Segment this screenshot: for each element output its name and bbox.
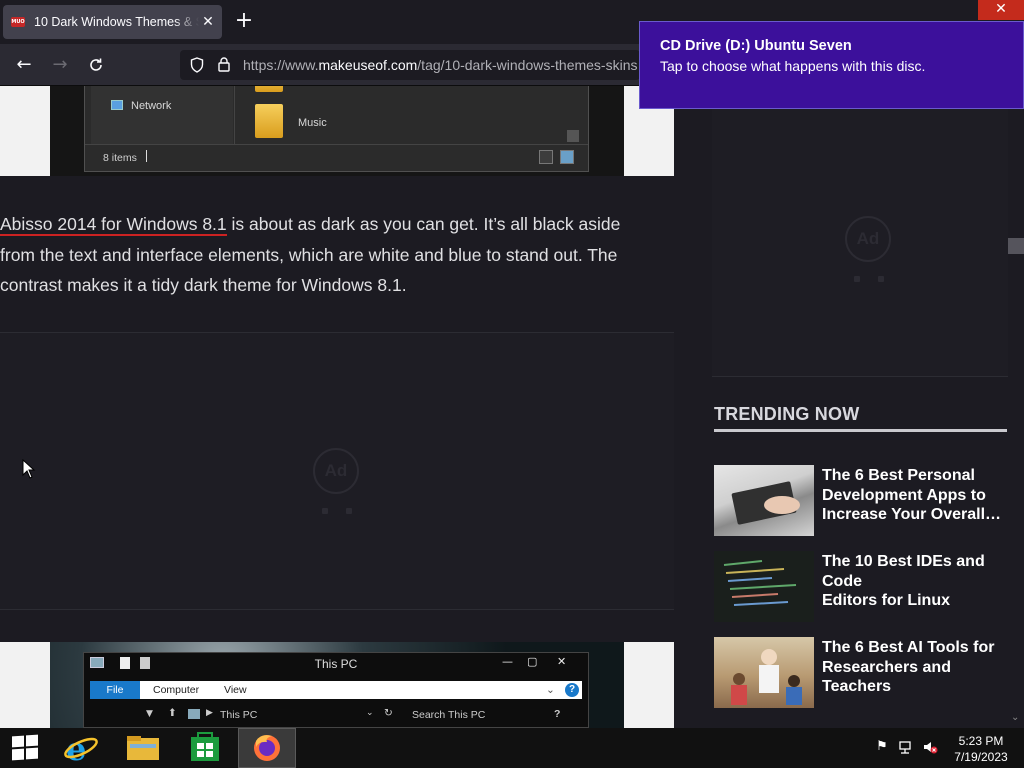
dark-theme-screenshot: Network Music 8 items xyxy=(50,86,624,176)
breadcrumb-arrow-icon: ▶ xyxy=(206,708,213,718)
clock-date: 7/19/2023 xyxy=(954,750,1008,764)
site-favicon: MUO xyxy=(11,17,25,27)
nav-pane: Network xyxy=(91,86,233,144)
trending-heading: TRENDING NOW xyxy=(714,404,860,424)
loading-dot xyxy=(854,276,860,282)
sidebar-ad-logo: Ad xyxy=(845,216,891,262)
thumbnail-view-icon xyxy=(560,150,574,164)
file-explorer-icon[interactable] xyxy=(114,728,172,768)
window-close-button[interactable]: ✕ xyxy=(978,0,1024,20)
firefox-icon[interactable] xyxy=(238,728,296,768)
scroll-down-icon xyxy=(567,130,579,142)
dropdown-arrow-icon: ▼ xyxy=(146,709,153,719)
address-row: ▼ ⬆ ▶ This PC ⌄ ↻ Search This PC ? xyxy=(84,707,588,727)
notification-message: Tap to choose what happens with this dis… xyxy=(660,58,926,74)
this-pc-screenshot: This PC — ▢ ✕ File Computer View ⌄ ? ▼ ⬆… xyxy=(50,642,624,728)
explorer-window: Network Music 8 items xyxy=(84,86,589,172)
action-center-flag-icon[interactable]: ⚑ xyxy=(874,739,890,755)
pane-divider xyxy=(234,86,235,144)
system-clock[interactable]: 5:23 PM 7/19/2023 xyxy=(946,733,1016,765)
computer-small-icon xyxy=(188,709,200,719)
folder-icon xyxy=(255,86,283,92)
start-button[interactable] xyxy=(12,734,38,761)
start-logo-pane xyxy=(26,734,38,747)
trending-thumbnail[interactable] xyxy=(714,637,814,708)
article-paragraph: Abisso 2014 for Windows 8.1 is about as … xyxy=(0,214,621,295)
search-box: Search This PC xyxy=(412,709,486,721)
new-tab-icon[interactable]: + xyxy=(234,10,254,34)
minimize-icon: — xyxy=(502,655,513,668)
loading-dot xyxy=(878,276,884,282)
address-dropdown-icon: ⌄ xyxy=(366,708,374,718)
shield-icon[interactable] xyxy=(188,56,206,74)
tab-title: 10 Dark Windows Themes & Skins xyxy=(34,15,199,29)
article-image-frame: Network Music 8 items xyxy=(0,86,674,176)
article-image-frame-2: This PC — ▢ ✕ File Computer View ⌄ ? ▼ ⬆… xyxy=(0,642,674,728)
maximize-icon: ▢ xyxy=(527,655,538,668)
clock-time: 5:23 PM xyxy=(958,734,1004,748)
volume-muted-icon[interactable] xyxy=(922,739,938,755)
theme-link[interactable]: Abisso 2014 for Windows 8.1 xyxy=(0,214,227,236)
start-logo-pane xyxy=(12,735,24,748)
network-status-icon[interactable] xyxy=(898,739,914,755)
screen: MUO 10 Dark Windows Themes & Skins ✕ + ✕… xyxy=(0,0,1024,768)
url-bar[interactable]: https://www.makeuseof.com/tag/10-dark-wi… xyxy=(180,50,640,80)
browser-tab[interactable]: MUO 10 Dark Windows Themes & Skins ✕ xyxy=(3,5,222,39)
notification-title: CD Drive (D:) Ubuntu Seven xyxy=(660,38,852,54)
url-text[interactable]: https://www.makeuseof.com/tag/10-dark-wi… xyxy=(243,57,638,73)
loading-dot xyxy=(346,508,352,514)
reload-icon[interactable] xyxy=(85,54,107,76)
trending-item[interactable]: The 6 Best AI Tools for Researchers and … xyxy=(714,637,1010,709)
trending-title[interactable]: The 6 Best AI Tools for Researchers and … xyxy=(822,638,1010,697)
article-body: Network Music 8 items Abisso 2014 for Wi… xyxy=(0,86,674,728)
ribbon-computer-tab: Computer xyxy=(153,684,200,696)
back-arrow-icon[interactable]: ← xyxy=(13,54,35,76)
folder-label: Music xyxy=(298,117,327,129)
store-icon[interactable] xyxy=(176,728,234,768)
refresh-icon: ↻ xyxy=(384,707,393,719)
text-caret xyxy=(146,150,147,162)
sidebar: Ad TRENDING NOW The 6 Best Personal Deve… xyxy=(712,86,1008,728)
trending-title[interactable]: The 6 Best Personal Development Apps to … xyxy=(822,466,1010,525)
trending-item[interactable]: The 6 Best Personal Development Apps to … xyxy=(714,465,1010,537)
music-folder-icon xyxy=(255,104,283,138)
up-arrow-icon: ⬆ xyxy=(168,707,177,719)
scrollbar-thumb[interactable] xyxy=(1008,238,1024,254)
trending-thumbnail[interactable] xyxy=(714,551,814,622)
ad-placeholder: Ad xyxy=(0,332,674,610)
ribbon-file-tab: File xyxy=(90,681,140,699)
address-path: This PC xyxy=(220,709,258,721)
loading-dot xyxy=(322,508,328,514)
nav-item-network: Network xyxy=(131,100,172,112)
page-scrollbar[interactable]: ⌄ xyxy=(1008,86,1024,728)
explorer-window-2: This PC — ▢ ✕ File Computer View ⌄ ? ▼ ⬆… xyxy=(83,652,589,728)
forward-arrow-icon[interactable]: → xyxy=(49,54,71,76)
web-page: Network Music 8 items Abisso 2014 for Wi… xyxy=(0,86,1024,728)
ribbon-expand-icon: ⌄ xyxy=(546,684,555,696)
lock-icon[interactable] xyxy=(215,56,233,74)
status-bar: 8 items xyxy=(85,144,588,171)
scroll-down-arrow-icon[interactable]: ⌄ xyxy=(1011,712,1019,723)
ribbon-view-tab: View xyxy=(224,684,247,696)
trending-item[interactable]: The 10 Best IDEs and Code Editors for Li… xyxy=(714,551,1010,623)
internet-explorer-icon[interactable]: e xyxy=(52,728,110,768)
ad-logo: Ad xyxy=(313,448,359,494)
ribbon: File Computer View ⌄ ? xyxy=(90,681,582,699)
trending-thumbnail[interactable] xyxy=(714,465,814,536)
autoplay-notification[interactable]: CD Drive (D:) Ubuntu Seven Tap to choose… xyxy=(639,21,1024,109)
help-icon: ? xyxy=(565,683,579,697)
close-icon: ✕ xyxy=(557,655,567,668)
tab-close-icon[interactable]: ✕ xyxy=(200,14,216,30)
taskbar: e ⚑ 5:23 PM 7/19/2023 xyxy=(0,728,1024,768)
trending-divider xyxy=(714,429,1007,432)
start-logo-pane xyxy=(12,748,24,761)
details-view-icon xyxy=(539,150,553,164)
sidebar-ad-placeholder: Ad xyxy=(712,86,1008,377)
item-count: 8 items xyxy=(103,152,137,164)
trending-title[interactable]: The 10 Best IDEs and Code Editors for Li… xyxy=(822,552,1010,611)
start-logo-pane xyxy=(26,747,38,760)
search-help-icon: ? xyxy=(554,708,561,720)
network-icon xyxy=(111,100,123,110)
